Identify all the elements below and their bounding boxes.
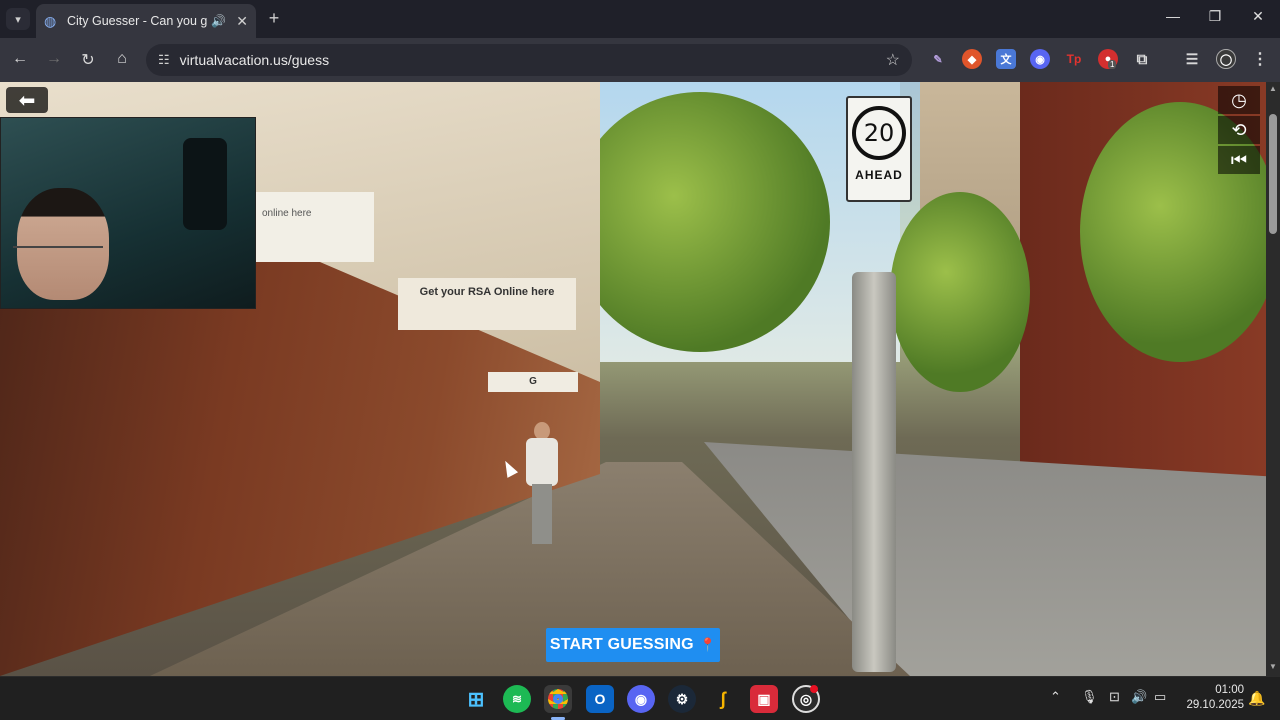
reload-icon[interactable]: ↻ [78, 50, 98, 70]
windows-taskbar: ⊞ ≋ O ◉ ⚙ ʃ ▣ ◎ ⌃ 🎙 ⊡ 🔊 ▭ 01:00 29.10.20… [0, 676, 1280, 720]
discord-extension-icon[interactable]: ◉ [1030, 49, 1050, 69]
hotline-icon[interactable]: ʃ [709, 685, 737, 713]
system-clock[interactable]: 01:00 29.10.2025 [1180, 683, 1244, 713]
pedestrian [522, 422, 562, 546]
speed-limit-ahead: AHEAD [855, 168, 903, 182]
scrollbar-thumb[interactable] [1269, 114, 1277, 234]
back-arrow-icon[interactable]: ← [10, 50, 30, 68]
battery-icon[interactable]: ▭ [1154, 689, 1166, 705]
forward-arrow-icon[interactable]: → [44, 50, 64, 68]
tab-title: City Guesser - Can you gue [67, 14, 207, 28]
obs-recording-badge [810, 685, 818, 693]
fox-extension-icon[interactable]: ◆ [962, 49, 982, 69]
bookmark-star-icon[interactable]: ☆ [886, 50, 900, 70]
tab-search-chevron-down-icon[interactable]: ▾ [6, 8, 30, 30]
microphone-icon[interactable]: 🎙 [1081, 689, 1098, 705]
map-pin-icon: 📍 [699, 637, 717, 652]
volume-icon[interactable]: 🔊 [1131, 689, 1147, 705]
tp-extension-icon[interactable]: Tp [1064, 49, 1084, 69]
streamer-face [17, 188, 109, 300]
spotify-icon[interactable]: ≋ [503, 685, 531, 713]
profile-avatar-icon[interactable]: ◯ [1216, 49, 1236, 69]
tray-chevron-up-icon[interactable]: ⌃ [1050, 689, 1061, 705]
address-bar[interactable]: ☷ virtualvacation.us/guess ☆ [146, 44, 912, 76]
browser-toolbar: ← → ↻ ⌂ ☷ virtualvacation.us/guess ☆ ✎ ◆… [0, 38, 1280, 82]
speaker-icon[interactable]: 🔊 [211, 14, 226, 28]
page-scrollbar[interactable]: ▲ ▼ [1266, 82, 1280, 676]
chrome-icon[interactable] [544, 685, 572, 713]
speed-limit-sign: 20 AHEAD [846, 96, 912, 202]
back-arrow-icon[interactable]: ⬅ [6, 87, 48, 113]
tree [890, 192, 1030, 392]
scroll-down-arrow-icon[interactable]: ▼ [1268, 662, 1278, 671]
shop-sign-rsa: Get your RSA Online here [398, 278, 576, 330]
globe-icon: ◍ [44, 13, 57, 29]
maximize-icon[interactable]: ❐ [1200, 8, 1230, 25]
pen-extension-icon[interactable]: ✎ [928, 49, 948, 69]
media-control-icon[interactable]: ☰ [1182, 49, 1202, 69]
street-view-panorama[interactable]: online here Get your RSA Online here G 2… [0, 82, 1280, 676]
tab-strip: ▾ ◍ City Guesser - Can you gue 🔊 ✕ + — ❐… [0, 0, 1280, 38]
windows-start-icon[interactable]: ⊞ [462, 685, 490, 713]
speed-limit-number: 20 [852, 106, 906, 160]
minimize-icon[interactable]: — [1158, 8, 1188, 24]
home-icon[interactable]: ⌂ [112, 50, 132, 68]
outlook-icon[interactable]: O [586, 685, 614, 713]
shop-sign-g: G [488, 372, 578, 392]
refresh-icon[interactable]: ⟲ [1218, 116, 1260, 144]
webcam-overlay [0, 117, 256, 309]
shop-sign-left: online here [256, 192, 374, 262]
discord-icon[interactable]: ◉ [627, 685, 655, 713]
clock-date: 29.10.2025 [1186, 699, 1244, 711]
close-tab-icon[interactable]: ✕ [236, 13, 248, 30]
site-info-tune-icon[interactable]: ☷ [158, 52, 170, 68]
more-menu-icon[interactable]: ⋮ [1250, 49, 1270, 69]
scroll-up-arrow-icon[interactable]: ▲ [1268, 84, 1278, 93]
start-guessing-button[interactable]: START GUESSING 📍 [546, 628, 720, 662]
rush-icon[interactable]: ▣ [750, 685, 778, 713]
url-text: virtualvacation.us/guess [179, 52, 330, 68]
notification-bell-icon[interactable]: 🔔 [1248, 690, 1265, 707]
rewind-icon[interactable]: ⏮ [1218, 146, 1260, 174]
glasses [13, 246, 103, 264]
hanging-coat [183, 138, 227, 230]
window-close-icon[interactable]: ✕ [1243, 8, 1273, 25]
steam-icon[interactable]: ⚙ [668, 685, 696, 713]
sign-pole [852, 272, 896, 672]
clock-icon[interactable]: ◷ [1218, 86, 1260, 114]
clock-time: 01:00 [1215, 684, 1244, 696]
tab-city-guesser[interactable]: ◍ City Guesser - Can you gue 🔊 ✕ [36, 4, 256, 38]
translate-extension-icon[interactable]: 文 [996, 49, 1016, 69]
tree [570, 92, 830, 352]
puzzle-extensions-icon[interactable]: ⧉ [1132, 49, 1152, 69]
new-tab-plus-icon[interactable]: + [264, 8, 284, 29]
extension-badge: 1 [1108, 60, 1117, 69]
network-icon[interactable]: ⊡ [1109, 689, 1120, 705]
